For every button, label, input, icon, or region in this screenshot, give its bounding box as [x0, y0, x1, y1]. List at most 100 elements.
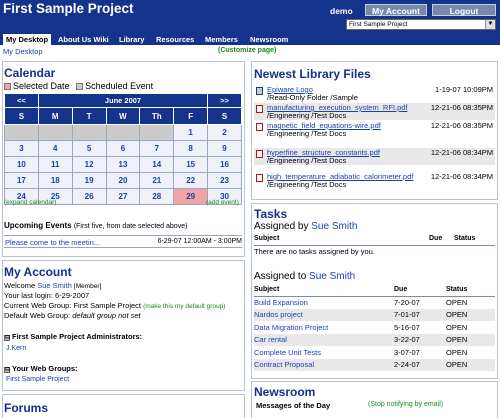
calendar-day[interactable]: 23 — [207, 172, 242, 189]
event-name-link[interactable]: Please come to the meetin... — [5, 238, 100, 247]
library-file-row[interactable]: hyperfine_structure_constants.pdf 12-21-… — [254, 148, 495, 165]
task-subject-link[interactable]: Nardos project — [254, 308, 394, 321]
calendar-day[interactable]: 12 — [71, 156, 107, 173]
tab-members[interactable]: Members — [205, 34, 238, 45]
user-name-link[interactable]: Sue Smith — [37, 281, 72, 290]
calendar-day[interactable]: 16 — [207, 156, 242, 173]
task-row[interactable]: Nardos project 7-01-07 OPEN — [254, 308, 495, 321]
task-due: 3-07-07 — [394, 347, 420, 357]
calendar-day-empty — [71, 124, 107, 141]
upcoming-events-heading: Upcoming Events (First five, from date s… — [4, 221, 187, 230]
file-date: 12-21-06 08:35PM — [430, 121, 493, 130]
calendar-day[interactable]: 3 — [4, 140, 39, 157]
task-subject-link[interactable]: Complete Unit Tests — [254, 346, 394, 359]
tab-library[interactable]: Library — [119, 34, 144, 45]
selected-swatch — [4, 83, 11, 90]
task-due: 7-20-07 — [394, 298, 420, 307]
task-row[interactable]: Build Expansion 7-20-07 OPEN — [254, 296, 495, 309]
calendar-day[interactable]: 8 — [173, 140, 209, 157]
calendar-day[interactable]: 21 — [139, 172, 175, 189]
pdf-icon — [256, 105, 263, 113]
customize-page-link[interactable]: (Customize page) — [218, 47, 276, 54]
calendar-day[interactable]: 13 — [105, 156, 141, 173]
default-group-label: Default Web Group: — [4, 311, 71, 320]
logout-button[interactable]: Logout — [432, 4, 496, 16]
calendar-day[interactable]: 14 — [139, 156, 175, 173]
account-title: My Account — [4, 265, 72, 279]
calendar-day[interactable]: 7 — [139, 140, 175, 157]
tab-resources[interactable]: Resources — [156, 34, 194, 45]
calendar-day[interactable]: 19 — [71, 172, 107, 189]
task-subject-link[interactable]: Build Expansion — [254, 296, 394, 309]
tab-my-desktop[interactable]: My Desktop — [3, 34, 52, 45]
assigned-by-user[interactable]: Sue Smith — [311, 221, 357, 232]
admin-link[interactable]: J.Kern — [6, 345, 26, 352]
calendar-day[interactable]: 22 — [173, 172, 209, 189]
calendar-day[interactable]: 28 — [139, 188, 175, 205]
admins-title: First Sample Project Administrators: — [12, 332, 143, 341]
pdf-icon — [256, 150, 263, 158]
stop-notify-link[interactable]: (Stop notifying by email) — [368, 401, 443, 408]
calendar-day[interactable]: 18 — [37, 172, 73, 189]
calendar-day-selected[interactable]: 29 — [173, 188, 209, 205]
calendar-day[interactable]: 5 — [71, 140, 107, 157]
task-subject-link[interactable]: Car rental — [254, 333, 394, 346]
library-file-row[interactable]: magnetic_field_equations-wire.pdf 12-21-… — [254, 121, 495, 138]
pdf-icon — [256, 123, 263, 131]
collapse-icon[interactable]: ⊟ — [4, 367, 10, 373]
calendar-day[interactable]: 17 — [4, 172, 39, 189]
task-subject-link[interactable]: Contract Proposal — [254, 358, 394, 371]
task-due: 2-24-07 — [394, 358, 446, 371]
file-path: /Engineering /Test Docs — [267, 156, 347, 165]
web-group-link[interactable]: First Sample Project — [6, 376, 69, 383]
calendar-day[interactable]: 2 — [207, 124, 242, 141]
calendar-day[interactable]: 10 — [4, 156, 39, 173]
col-subject: Subject — [254, 233, 429, 246]
calendar-day-empty — [37, 124, 73, 141]
admins-heading[interactable]: ⊟ First Sample Project Administrators: — [4, 332, 142, 341]
make-default-link[interactable]: (make this my default group) — [143, 303, 225, 310]
library-file-row[interactable]: Epiware Logo 1-19-07 10:09PM /Read-Only … — [254, 85, 495, 102]
calendar-day[interactable]: 6 — [105, 140, 141, 157]
day-header: W — [105, 107, 141, 125]
welcome-line: Welcome Sue Smith [Member] — [4, 281, 101, 290]
groups-heading[interactable]: ⊟ Your Web Groups: — [4, 364, 78, 373]
calendar-day[interactable]: 27 — [105, 188, 141, 205]
task-row[interactable]: Contract Proposal 2-24-07 OPEN — [254, 358, 495, 371]
day-header: F — [173, 107, 209, 125]
task-status: OPEN — [446, 347, 468, 357]
task-due: 7-01-07 — [394, 308, 446, 321]
task-subject-link[interactable]: Data Migration Project — [254, 321, 394, 334]
sub-nav: My Desktop (Customize page) — [0, 45, 500, 57]
next-month-button[interactable]: >> — [207, 93, 242, 108]
task-row[interactable]: Car rental 3-22-07 OPEN — [254, 333, 495, 346]
calendar-day[interactable]: 4 — [37, 140, 73, 157]
library-file-row[interactable]: high_temperature_adiabatic_calorimeter.p… — [254, 172, 495, 189]
tab-about-us-wiki[interactable]: About Us Wiki — [58, 34, 109, 45]
event-row[interactable]: Please come to the meetin... 6-29-07 12:… — [4, 235, 242, 248]
file-date: 1-19-07 10:09PM — [435, 85, 493, 94]
calendar-day[interactable]: 20 — [105, 172, 141, 189]
assigned-to-user[interactable]: Sue Smith — [309, 271, 355, 282]
chevron-down-icon[interactable]: ▼ — [485, 20, 495, 29]
project-select[interactable]: First Sample Project ▼ — [346, 19, 496, 30]
task-status: OPEN — [446, 322, 468, 332]
prev-month-button[interactable]: << — [4, 93, 39, 108]
task-row[interactable]: Data Migration Project 5-16-07 OPEN — [254, 321, 495, 334]
current-group-line: Current Web Group: First Sample Project … — [4, 301, 225, 310]
calendar-day[interactable]: 11 — [37, 156, 73, 173]
library-file-row[interactable]: manufacturing_execution_system_RFI.pdf 1… — [254, 103, 495, 120]
day-header: M — [37, 107, 73, 125]
task-row[interactable]: Complete Unit Tests 3-07-07 OPEN — [254, 346, 495, 359]
calendar-day[interactable]: 9 — [207, 140, 242, 157]
collapse-icon[interactable]: ⊟ — [4, 335, 10, 341]
breadcrumb[interactable]: My Desktop — [3, 47, 43, 56]
add-event-link[interactable]: (add event) — [206, 199, 239, 206]
expand-calendar-link[interactable]: (expand calendar) — [4, 199, 56, 206]
legend-scheduled: Scheduled Event — [85, 81, 154, 91]
calendar-day[interactable]: 1 — [173, 124, 209, 141]
calendar-day[interactable]: 15 — [173, 156, 209, 173]
calendar-day[interactable]: 26 — [71, 188, 107, 205]
tab-newsroom[interactable]: Newsroom — [250, 34, 288, 45]
my-account-button[interactable]: My Account — [365, 4, 427, 16]
